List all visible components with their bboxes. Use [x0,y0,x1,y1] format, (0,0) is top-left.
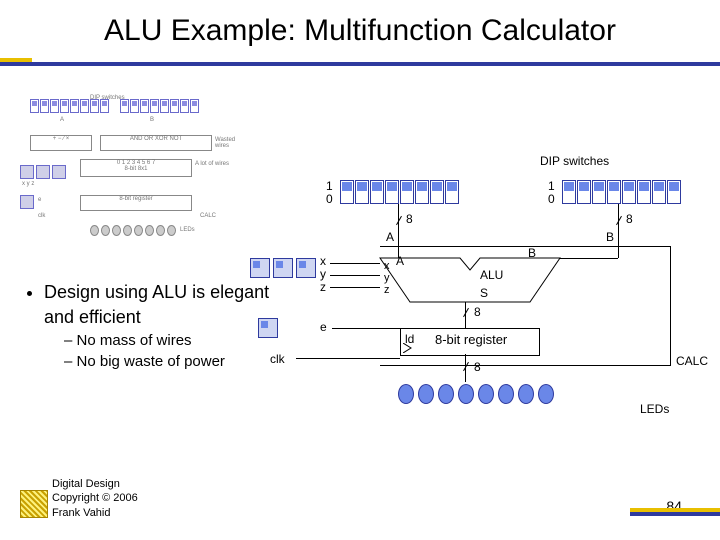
footer-logo-icon [20,490,48,518]
footer-line2: Copyright © 2006 [52,491,138,505]
alu-diagram: DIP switches 1 0 1 0 8 A 8 B A B [310,160,710,420]
label-z: z [320,280,326,294]
footer-line3: Frank Vahid [52,506,138,520]
faded-previous-diagram: DIP switches A B + − ∕ × AND OR XOR NOT … [20,95,250,255]
title-underline [0,54,720,70]
label-y: y [320,267,326,281]
label-x: x [320,254,326,268]
label-B-top: B [606,230,614,244]
label-1-a: 1 [326,179,333,193]
label-e: e [320,320,327,334]
footer-text: Digital Design Copyright © 2006 Frank Va… [52,477,138,520]
label-clk: clk [270,352,285,366]
bus-width-a: 8 [406,212,413,226]
bus-width-b: 8 [626,212,633,226]
label-calc: CALC [676,354,708,368]
dip-bank-b [562,180,681,204]
label-1-b: 1 [548,179,555,193]
led-bank [398,384,554,404]
label-A-top: A [386,230,394,244]
slide: ALU Example: Multifunction Calculator DI… [0,0,720,540]
label-0-a: 0 [326,192,333,206]
bullet-sub-2: No big waste of power [64,351,304,372]
dip-bank-a [340,180,459,204]
dip-switches-label: DIP switches [540,154,609,168]
label-0-b: 0 [548,192,555,206]
label-leds: LEDs [640,402,669,416]
e-dip [258,318,278,338]
calc-outline [380,246,671,366]
bottom-accent-bar [630,508,720,520]
slide-title: ALU Example: Multifunction Calculator [0,14,720,48]
bus-width-out: 8 [474,360,481,374]
footer-line1: Digital Design [52,477,138,491]
xyz-dip [250,258,316,278]
